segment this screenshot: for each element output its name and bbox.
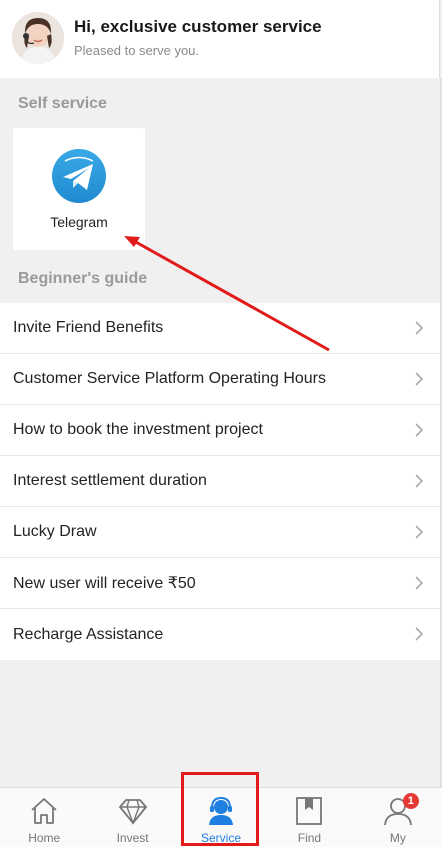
guide-item-label: Customer Service Platform Operating Hour… [13, 370, 326, 387]
tab-label: Service [201, 831, 242, 845]
tab-find[interactable]: Find [265, 788, 353, 847]
chevron-right-icon [415, 474, 424, 488]
tab-invest[interactable]: Invest [88, 788, 176, 847]
tab-label: Invest [116, 831, 149, 845]
telegram-tile[interactable]: Telegram [13, 128, 145, 250]
guide-list: Invite Friend Benefits Customer Service … [0, 303, 440, 660]
tab-my[interactable]: 1 My [354, 788, 442, 847]
guide-item-label: Recharge Assistance [13, 625, 164, 643]
telegram-icon [52, 149, 106, 203]
avatar [12, 12, 64, 64]
diamond-icon [118, 799, 147, 825]
guide-item-interest-settlement[interactable]: Interest settlement duration [0, 456, 440, 507]
home-icon [31, 798, 57, 824]
guide-item-label: New user will receive ₹50 [13, 575, 196, 592]
guide-item-label: How to book the investment project [13, 421, 263, 438]
bookmark-icon [296, 797, 323, 825]
chevron-right-icon [415, 423, 424, 437]
guide-item-book-investment[interactable]: How to book the investment project [0, 405, 440, 456]
chevron-right-icon [415, 372, 424, 386]
guide-item-lucky-draw[interactable]: Lucky Draw [0, 507, 440, 558]
guide-item-new-user-bonus[interactable]: New user will receive ₹50 [0, 558, 440, 609]
guide-item-label: Invite Friend Benefits [13, 319, 164, 336]
telegram-label: Telegram [50, 214, 108, 230]
tab-label: Find [297, 831, 322, 845]
customer-service-icon [209, 796, 234, 825]
tab-label: Home [28, 831, 61, 845]
tab-service[interactable]: Service [177, 788, 265, 847]
guide-item-recharge-assistance[interactable]: Recharge Assistance [0, 609, 440, 660]
chevron-right-icon [415, 525, 424, 539]
bottom-tab-bar: Home Invest Service Find 1 My [0, 787, 442, 847]
self-service-title: Self service [18, 95, 107, 112]
guide-item-label: Interest settlement duration [13, 472, 207, 489]
notification-badge: 1 [402, 793, 419, 809]
tab-home[interactable]: Home [0, 788, 88, 847]
guide-item-operating-hours[interactable]: Customer Service Platform Operating Hour… [0, 354, 440, 405]
tab-label: My [389, 831, 406, 845]
greeting-subtitle: Pleased to serve you. [74, 43, 200, 58]
guide-item-label: Lucky Draw [13, 523, 97, 540]
header: Hi, exclusive customer service Pleased t… [0, 0, 440, 78]
greeting-title: Hi, exclusive customer service [74, 17, 322, 36]
chevron-right-icon [415, 321, 424, 335]
chevron-right-icon [415, 627, 424, 641]
beginners-guide-title: Beginner's guide [18, 270, 148, 287]
chevron-right-icon [415, 576, 424, 590]
guide-item-invite-friend[interactable]: Invite Friend Benefits [0, 303, 440, 354]
